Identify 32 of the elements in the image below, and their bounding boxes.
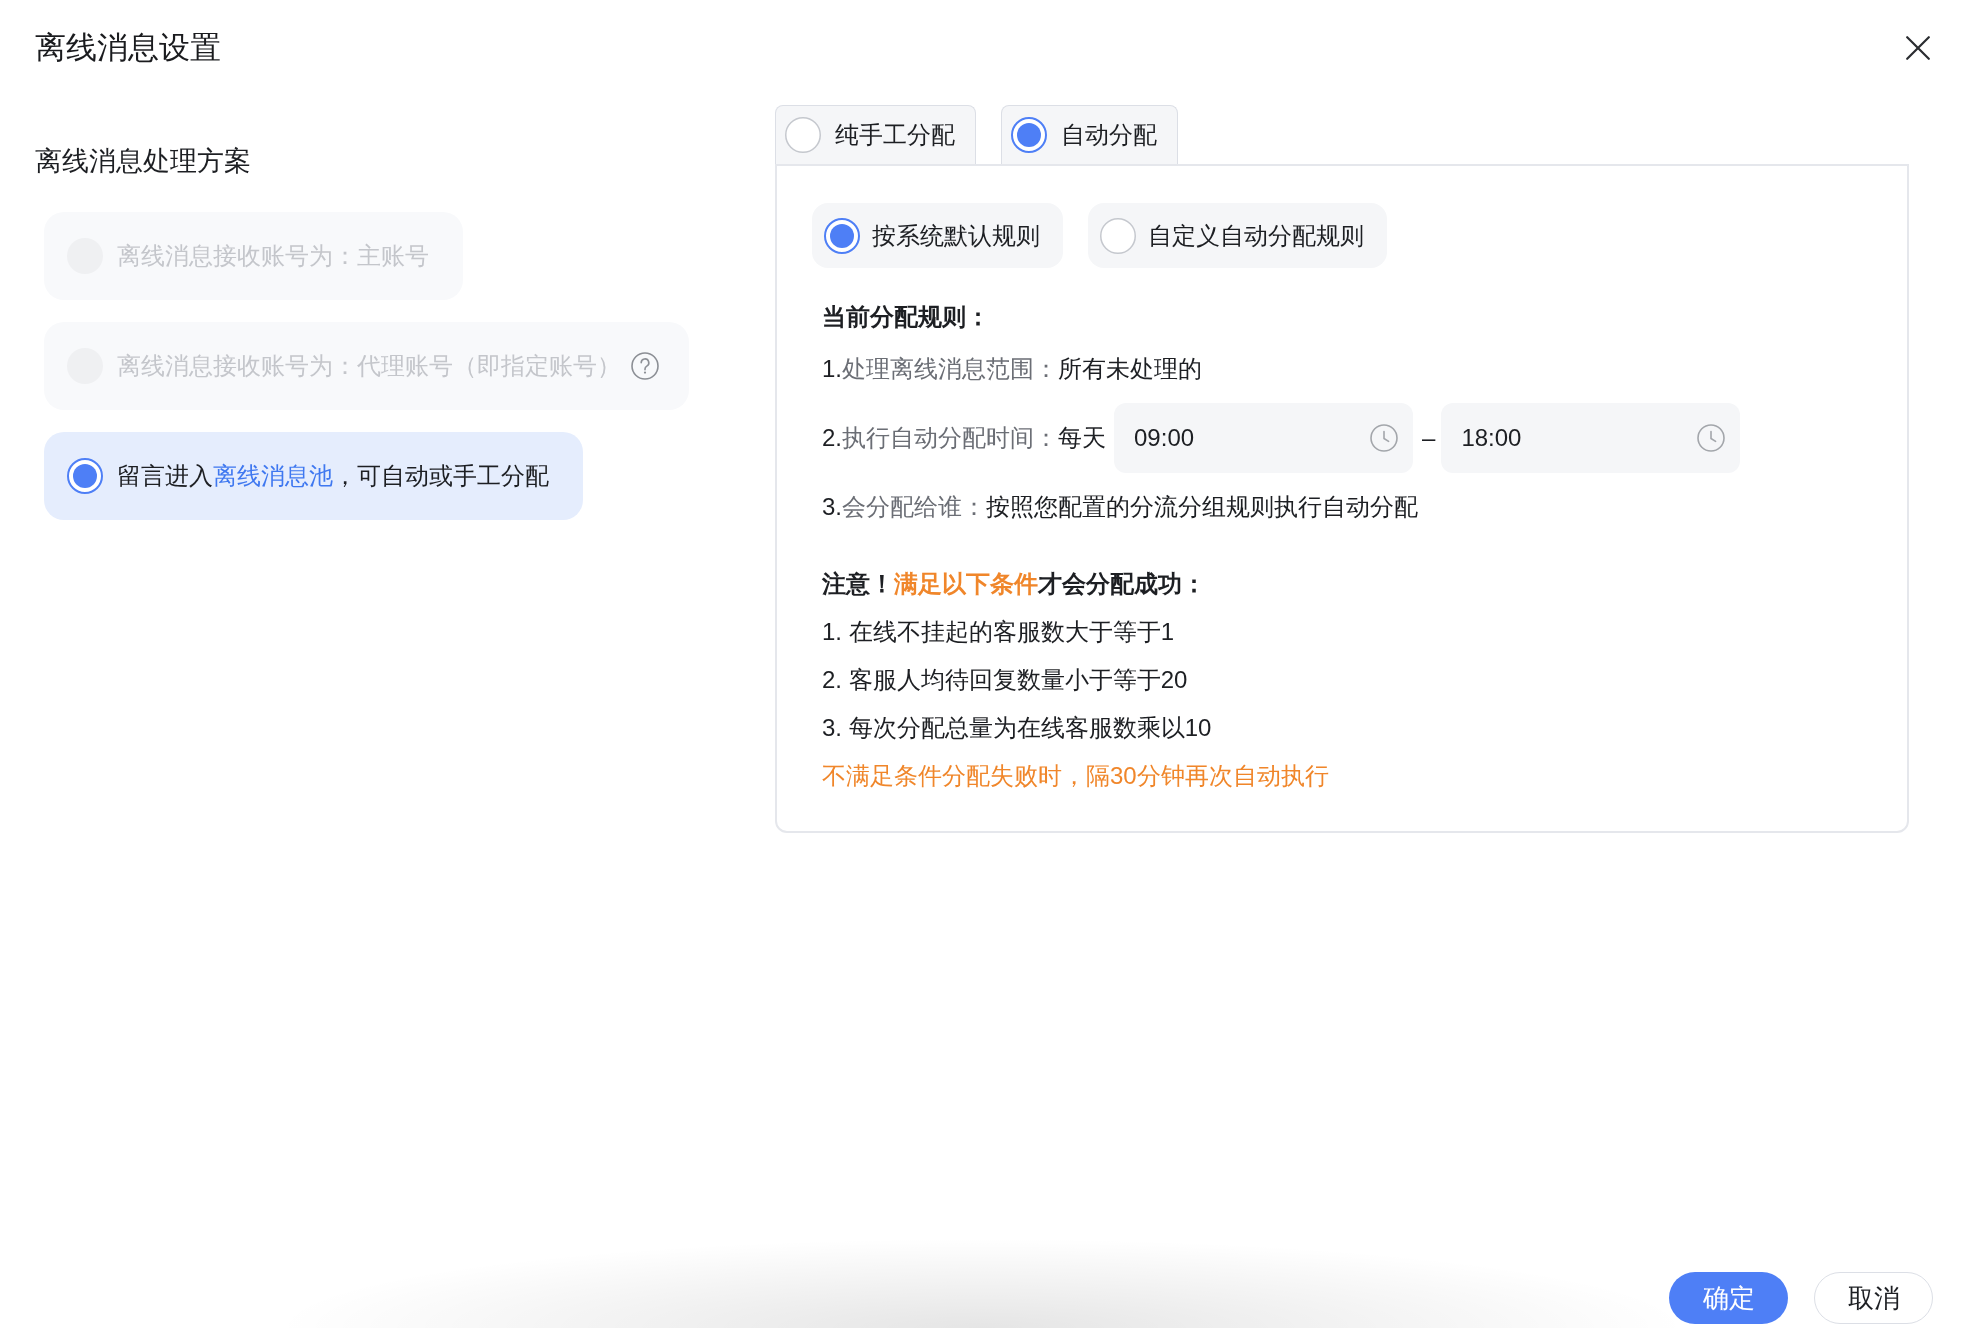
rule-label: 3.会分配给谁： <box>822 492 986 522</box>
tab[interactable]: 纯手工分配 <box>775 105 976 164</box>
condition-item: 2. 客服人均待回复数量小于等于20 <box>822 665 1188 695</box>
rule-value: 所有未处理的 <box>1058 354 1202 384</box>
radio-icon[interactable] <box>67 458 103 494</box>
rule-label: 2.执行自动分配时间： <box>822 423 1058 453</box>
radio-icon[interactable] <box>824 217 860 254</box>
radio-option[interactable]: 留言进入离线消息池，可自动或手工分配 <box>44 432 583 520</box>
warning-text: 不满足条件分配失败时，隔30分钟再次自动执行 <box>822 761 1329 791</box>
range-separator: – <box>1422 423 1436 453</box>
time-field[interactable]: 09:00 <box>1114 403 1413 473</box>
cancel-button[interactable]: 取消 <box>1814 1272 1933 1324</box>
radio-option[interactable]: 按系统默认规则 <box>812 203 1063 268</box>
clock-icon[interactable] <box>1697 424 1726 452</box>
tab[interactable]: 自动分配 <box>1001 105 1178 164</box>
close-icon[interactable] <box>1906 36 1930 60</box>
radio-option[interactable]: 自定义自动分配规则 <box>1088 203 1387 268</box>
radio-icon[interactable] <box>1100 217 1136 254</box>
rule-label: 1.处理离线消息范围： <box>822 354 1058 384</box>
time-field[interactable]: 18:00 <box>1441 403 1741 473</box>
section-label: 离线消息处理方案 <box>35 145 251 178</box>
notice-heading: 注意！满足以下条件才会分配成功： <box>822 569 1206 599</box>
confirm-button[interactable]: 确定 <box>1669 1272 1788 1324</box>
rule-value: 按照您配置的分流分组规则执行自动分配 <box>986 492 1418 522</box>
rules-heading: 当前分配规则： <box>822 302 990 332</box>
rule-value: 每天 <box>1058 423 1106 453</box>
condition-item: 3. 每次分配总量为在线客服数乘以10 <box>822 713 1212 743</box>
condition-item: 1. 在线不挂起的客服数大于等于1 <box>822 617 1175 647</box>
radio-icon[interactable] <box>1011 117 1047 153</box>
clock-icon[interactable] <box>1370 424 1398 452</box>
radio-icon[interactable] <box>785 117 821 153</box>
dialog-title: 离线消息设置 <box>35 29 221 67</box>
